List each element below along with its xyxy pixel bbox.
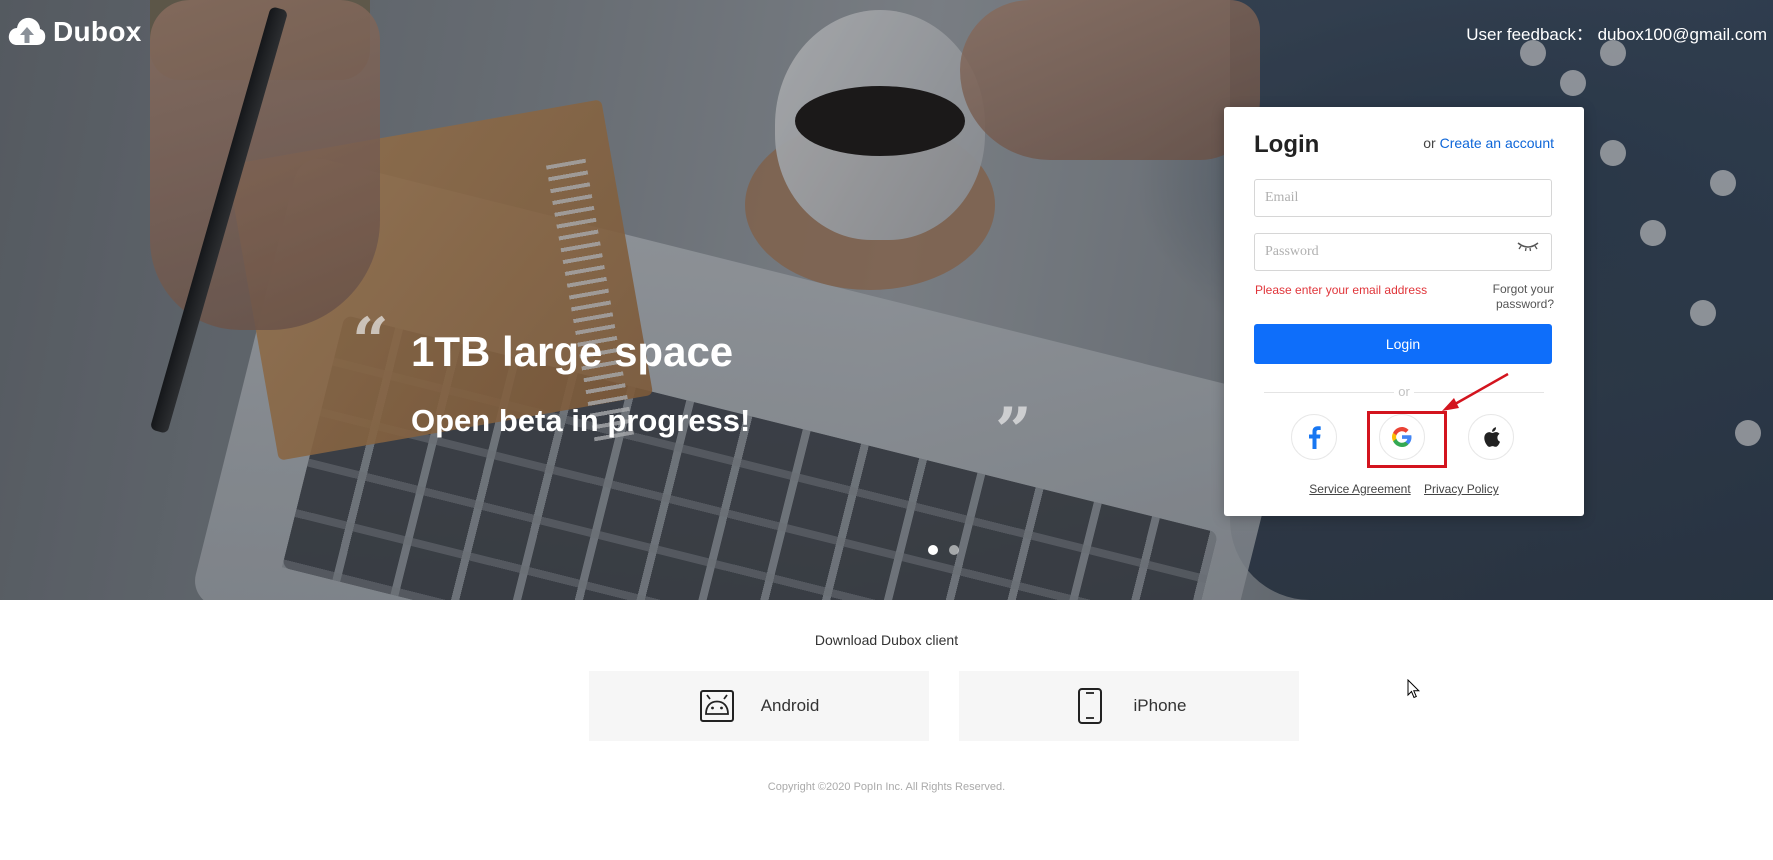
mouse-cursor-icon xyxy=(1407,679,1421,699)
apple-icon xyxy=(1484,427,1500,447)
brand-name: Dubox xyxy=(53,16,142,47)
user-feedback[interactable]: User feedback： dubox100@gmail.com xyxy=(1466,20,1767,45)
service-agreement-link[interactable]: Service Agreement xyxy=(1309,482,1410,496)
email-field[interactable] xyxy=(1254,179,1552,217)
forgot-password-link[interactable]: Forgot your password? xyxy=(1474,282,1554,312)
create-account-prefix: or xyxy=(1423,135,1436,151)
android-icon xyxy=(699,690,734,722)
login-title: Login xyxy=(1254,131,1320,158)
download-android-button[interactable]: Android xyxy=(589,671,929,741)
carousel-dot-active[interactable] xyxy=(928,545,938,555)
carousel-dot[interactable] xyxy=(949,545,959,555)
hero-subtitle: Open beta in progress! xyxy=(411,403,751,438)
facebook-login-button[interactable] xyxy=(1291,414,1337,460)
quote-open-icon: “ xyxy=(352,304,389,379)
iphone-label: iPhone xyxy=(1133,696,1187,715)
hero-banner: Dubox User feedback： dubox100@gmail.com … xyxy=(0,0,1773,600)
create-account: or Create an account xyxy=(1423,135,1554,151)
annotation-arrow-icon xyxy=(1442,372,1509,411)
login-button[interactable]: Login xyxy=(1254,324,1552,364)
apple-login-button[interactable] xyxy=(1468,414,1514,460)
iphone-icon xyxy=(1077,688,1102,724)
hero-title: 1TB large space xyxy=(411,328,734,375)
email-error-message: Please enter your email address xyxy=(1255,283,1428,297)
eye-closed-icon[interactable] xyxy=(1516,239,1540,253)
or-separator: or xyxy=(1398,384,1410,399)
cloud-upload-icon xyxy=(8,17,46,45)
privacy-policy-link[interactable]: Privacy Policy xyxy=(1424,482,1499,496)
download-iphone-button[interactable]: iPhone xyxy=(959,671,1299,741)
legal-links: Service Agreement Privacy Policy xyxy=(1224,482,1584,496)
login-card: Login or Create an account Please enter … xyxy=(1224,107,1584,516)
download-title: Download Dubox client xyxy=(814,632,959,648)
brand[interactable]: Dubox xyxy=(8,15,142,49)
facebook-icon xyxy=(1309,426,1321,449)
password-field[interactable] xyxy=(1254,233,1552,271)
copyright: Copyright ©2020 PopIn Inc. All Rights Re… xyxy=(767,781,1006,793)
google-highlight-annotation xyxy=(1367,411,1447,468)
quote-close-icon: ” xyxy=(995,394,1032,469)
create-account-link[interactable]: Create an account xyxy=(1440,135,1554,151)
android-label: Android xyxy=(760,696,820,715)
